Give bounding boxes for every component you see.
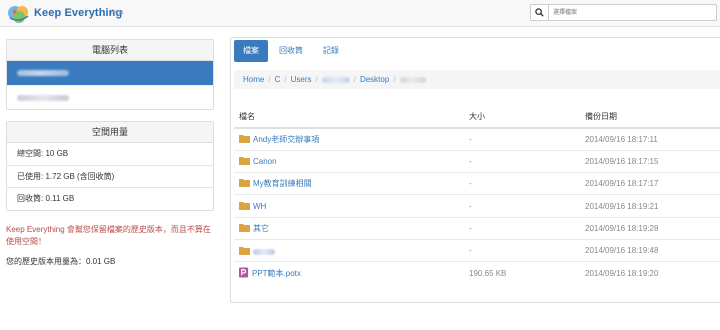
keep-everything-logo-icon[interactable] — [6, 3, 32, 25]
top-bar: Keep Everything Beta — [0, 0, 720, 27]
file-name[interactable]: Canon — [253, 157, 277, 166]
file-name[interactable]: WH — [253, 202, 266, 211]
table-row[interactable]: PPT範本.potx 190.65 KB 2014/09/16 18:19:20 — [234, 261, 720, 285]
breadcrumb-users[interactable]: Users — [291, 75, 312, 84]
file-size: 190.65 KB — [464, 261, 580, 285]
table-row[interactable]: - 2014/09/16 18:19:48 — [234, 238, 720, 262]
table-row[interactable]: My教育訓練相關 - 2014/09/16 18:17:17 — [234, 172, 720, 195]
redacted-computer-name — [17, 69, 69, 76]
tab-bar: 檔案 回收筒 記錄 — [234, 40, 350, 64]
folder-icon — [239, 179, 250, 188]
file-name[interactable]: Andy老師交辦事項 — [253, 135, 319, 144]
breadcrumb: Home / C / Users / / Desktop / — [234, 70, 720, 89]
column-header-name[interactable]: 檔名 — [234, 106, 464, 129]
file-name[interactable]: PPT範本.potx — [252, 269, 301, 278]
beta-label: Beta — [111, 10, 124, 16]
breadcrumb-redacted-current — [399, 76, 426, 83]
computer-list-title: 電腦列表 — [7, 40, 213, 61]
backup-date: 2014/09/16 18:17:17 — [580, 172, 720, 195]
file-name-cell[interactable]: WH — [234, 194, 464, 218]
folder-icon — [239, 202, 250, 211]
space-usage-panel: 空間用量 總空間: 10 GB 已使用: 1.72 GB (含回收筒) 回收筒:… — [6, 121, 214, 211]
backup-date: 2014/09/16 18:19:48 — [580, 238, 720, 262]
file-name-cell[interactable]: PPT範本.potx — [234, 261, 464, 285]
search-button[interactable] — [531, 5, 549, 20]
column-header-date[interactable]: 備份日期 — [580, 106, 720, 129]
folder-icon — [239, 246, 250, 255]
file-size: - — [464, 238, 580, 262]
table-row[interactable]: Andy老師交辦事項 - 2014/09/16 18:17:11 — [234, 127, 720, 151]
powerpoint-file-icon — [239, 267, 249, 278]
backup-date: 2014/09/16 18:17:15 — [580, 149, 720, 173]
backup-date: 2014/09/16 18:19:28 — [580, 216, 720, 240]
breadcrumb-c[interactable]: C — [275, 75, 281, 84]
file-name-cell[interactable]: 其它 — [234, 216, 464, 240]
file-browser-panel: 檔案 回收筒 記錄 Home / C / Users / / Desktop /… — [230, 37, 720, 303]
recycle-space: 回收筒: 0.11 GB — [7, 187, 213, 209]
breadcrumb-separator: / — [268, 75, 271, 84]
computer-list-panel: 電腦列表 — [6, 39, 214, 110]
file-size: - — [464, 149, 580, 173]
history-version-note: Keep Everything 會幫您保留檔案的歷史版本，而且不算在使用空間！ — [6, 225, 211, 246]
computer-item[interactable] — [7, 85, 213, 109]
redacted-computer-name — [17, 94, 69, 101]
breadcrumb-separator: / — [393, 75, 396, 84]
history-version-usage: 您的歷史版本用量為：0.01 GB — [6, 257, 116, 266]
file-name-cell[interactable]: Canon — [234, 149, 464, 173]
search-input[interactable] — [549, 5, 716, 20]
tab-files[interactable]: 檔案 — [234, 40, 268, 62]
file-name[interactable]: My教育訓練相關 — [253, 179, 312, 188]
total-space: 總空間: 10 GB — [17, 149, 69, 158]
file-size: - — [464, 172, 580, 195]
search-bar — [530, 4, 717, 21]
breadcrumb-desktop[interactable]: Desktop — [360, 75, 389, 84]
backup-date: 2014/09/16 18:19:21 — [580, 194, 720, 218]
backup-date: 2014/09/16 18:19:20 — [580, 261, 720, 285]
computer-item-selected[interactable] — [7, 61, 213, 85]
table-row[interactable]: 其它 - 2014/09/16 18:19:28 — [234, 216, 720, 240]
file-name[interactable]: 其它 — [253, 224, 269, 233]
table-row[interactable]: WH - 2014/09/16 18:19:21 — [234, 194, 720, 218]
file-size: - — [464, 127, 580, 151]
table-header-row: 檔名 大小 備份日期 — [234, 106, 720, 129]
file-size: - — [464, 194, 580, 218]
file-size: - — [464, 216, 580, 240]
file-name-cell[interactable] — [234, 238, 464, 262]
file-name-cell[interactable]: My教育訓練相關 — [234, 172, 464, 195]
breadcrumb-redacted-user[interactable] — [321, 76, 350, 83]
redacted-file-name[interactable] — [253, 248, 275, 255]
folder-icon — [239, 223, 250, 232]
breadcrumb-separator: / — [353, 75, 356, 84]
breadcrumb-home[interactable]: Home — [243, 75, 264, 84]
search-icon — [535, 8, 544, 17]
brand-name[interactable]: Keep Everything — [34, 7, 122, 19]
file-table: 檔名 大小 備份日期 Andy老師交辦事項 - 2014/09/16 18:17… — [234, 106, 720, 285]
folder-icon — [239, 157, 250, 166]
file-name-cell[interactable]: Andy老師交辦事項 — [234, 127, 464, 151]
breadcrumb-separator: / — [284, 75, 287, 84]
tab-log[interactable]: 記錄 — [314, 40, 348, 62]
tab-recycle-bin[interactable]: 回收筒 — [270, 40, 312, 62]
space-usage-title: 空間用量 — [7, 122, 213, 143]
used-space: 已使用: 1.72 GB (含回收筒) — [7, 165, 213, 187]
column-header-size[interactable]: 大小 — [464, 106, 580, 129]
folder-icon — [239, 134, 250, 143]
table-row[interactable]: Canon - 2014/09/16 18:17:15 — [234, 149, 720, 173]
breadcrumb-separator: / — [315, 75, 318, 84]
backup-date: 2014/09/16 18:17:11 — [580, 127, 720, 151]
